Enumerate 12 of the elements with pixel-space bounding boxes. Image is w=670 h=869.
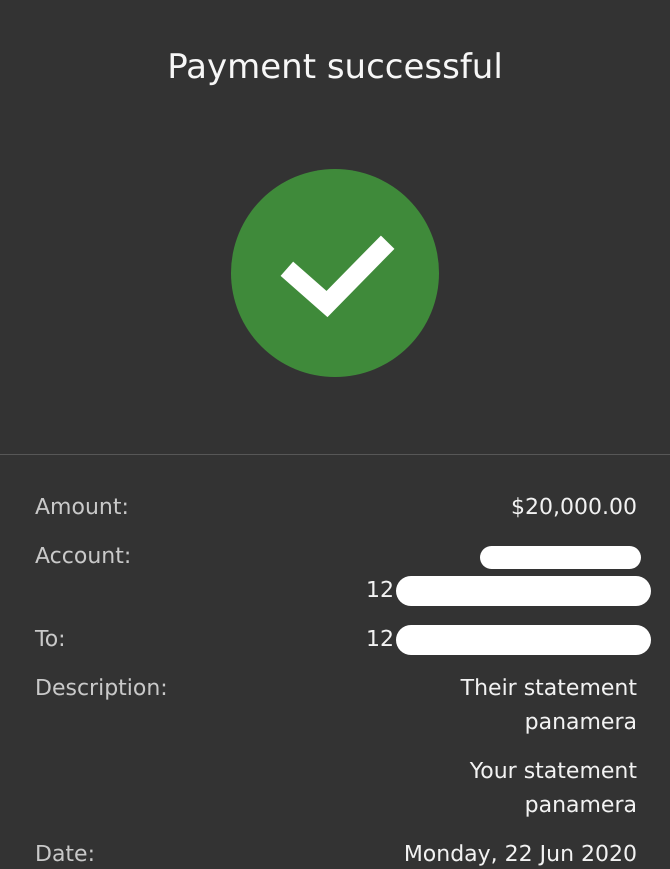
detail-value: 12: [366, 577, 394, 605]
detail-value: Monday, 22 Jun 2020: [404, 841, 637, 869]
detail-value: 12: [366, 626, 394, 654]
detail-label: Date:: [35, 841, 95, 869]
detail-value: Their statement panamera: [460, 675, 637, 737]
detail-label: Amount:: [35, 494, 129, 522]
detail-value: $20,000.00: [511, 494, 637, 522]
detail-value: Your statement panamera: [468, 758, 637, 820]
screen-title: Payment successful: [166, 46, 504, 88]
detail-label: Account:: [35, 543, 132, 571]
detail-label: To:: [35, 626, 66, 654]
detail-label: Description:: [35, 675, 168, 703]
